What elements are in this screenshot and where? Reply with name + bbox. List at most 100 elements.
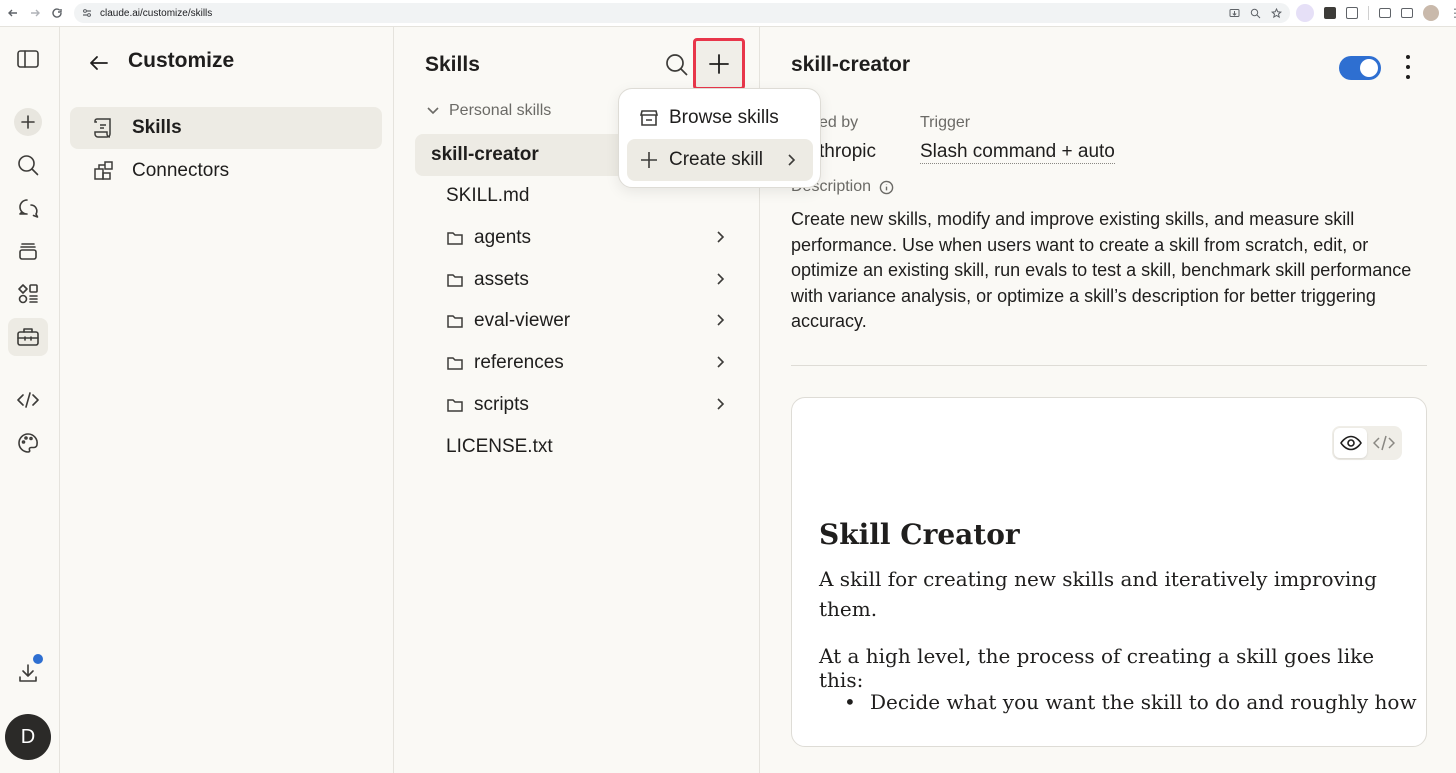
connectors-icon bbox=[94, 161, 113, 180]
menu-item-browse-skills[interactable]: Browse skills bbox=[627, 97, 813, 139]
code-icon[interactable] bbox=[8, 381, 48, 419]
folder-icon bbox=[447, 357, 463, 370]
icon-rail: D bbox=[0, 27, 60, 773]
add-skill-button[interactable] bbox=[693, 38, 745, 90]
nav-item-label: Skills bbox=[132, 117, 182, 138]
chevron-right-icon bbox=[717, 356, 725, 368]
customize-panel: Customize Skills Connectors bbox=[61, 27, 394, 773]
skill-preview-card: Skill Creator A skill for creating new s… bbox=[791, 397, 1427, 747]
extensions-puzzle-icon[interactable] bbox=[1346, 7, 1358, 19]
nav-item-skills[interactable]: Skills bbox=[70, 107, 382, 149]
chevron-right-icon bbox=[788, 154, 796, 166]
search-icon[interactable] bbox=[8, 146, 48, 184]
preview-paragraph: At a high level, the process of creating… bbox=[819, 644, 1375, 692]
menu-item-create-skill[interactable]: Create skill bbox=[627, 139, 813, 181]
folder-item[interactable]: assets bbox=[446, 259, 756, 301]
file-label: LICENSE.txt bbox=[446, 436, 553, 457]
info-icon[interactable] bbox=[879, 180, 894, 195]
folder-icon bbox=[447, 274, 463, 287]
new-chat-icon[interactable] bbox=[8, 103, 48, 141]
file-label: SKILL.md bbox=[446, 185, 530, 206]
added-by-value: thropic bbox=[819, 141, 877, 162]
preview-heading: Skill Creator bbox=[819, 518, 1020, 551]
back-icon[interactable] bbox=[2, 2, 24, 24]
personal-skills-section[interactable]: Personal skills bbox=[425, 102, 551, 120]
bullet: • bbox=[844, 690, 856, 714]
chats-icon[interactable] bbox=[8, 189, 48, 227]
browser-toolbar: claude.ai/customize/skills ⋮ bbox=[0, 0, 1456, 27]
skill-detail-panel: skill-creator ed by thropic Trigger Slas… bbox=[761, 27, 1456, 773]
chevron-right-icon bbox=[717, 398, 725, 410]
nav-item-connectors[interactable]: Connectors bbox=[70, 150, 382, 192]
skill-title: skill-creator bbox=[791, 53, 911, 76]
sidebar-toggle-icon[interactable] bbox=[8, 40, 48, 78]
chevron-right-icon bbox=[717, 314, 725, 326]
add-skill-menu: Browse skills Create skill bbox=[618, 88, 821, 188]
trigger-label: Trigger bbox=[920, 114, 971, 131]
tab-search-icon[interactable] bbox=[1401, 8, 1413, 18]
preview-paragraph: A skill for creating new skills and iter… bbox=[819, 567, 1377, 621]
divider bbox=[1368, 6, 1369, 20]
browser-menu-icon[interactable]: ⋮ bbox=[1449, 6, 1456, 20]
chevron-down-icon bbox=[427, 107, 439, 115]
folder-icon bbox=[447, 232, 463, 245]
preview-list-item: • Decide what you want the skill to do a… bbox=[844, 690, 1424, 714]
zoom-icon[interactable] bbox=[1250, 8, 1261, 19]
view-mode-toggle bbox=[1332, 426, 1402, 460]
trigger-value[interactable]: Slash command + auto bbox=[920, 141, 1115, 164]
customize-briefcase-icon[interactable] bbox=[8, 318, 48, 356]
preview-eye-icon[interactable] bbox=[1334, 428, 1367, 458]
install-icon[interactable] bbox=[1229, 8, 1240, 19]
back-arrow-icon[interactable] bbox=[87, 51, 111, 75]
description-text: Create new skills, modify and improve ex… bbox=[791, 209, 1412, 332]
chevron-right-icon bbox=[717, 231, 725, 243]
palette-icon[interactable] bbox=[8, 424, 48, 462]
folder-label: references bbox=[474, 352, 564, 373]
skills-title: Skills bbox=[425, 53, 480, 76]
more-options-icon[interactable] bbox=[1401, 55, 1415, 79]
projects-icon[interactable] bbox=[8, 232, 48, 270]
plus-icon bbox=[641, 152, 657, 168]
code-view-icon[interactable] bbox=[1367, 428, 1400, 458]
added-by-label: ed by bbox=[819, 114, 859, 131]
chevron-right-icon bbox=[717, 273, 725, 285]
folder-item[interactable]: eval-viewer bbox=[446, 300, 756, 342]
folder-icon bbox=[447, 399, 463, 412]
user-avatar[interactable]: D bbox=[5, 714, 51, 760]
address-bar[interactable]: claude.ai/customize/skills bbox=[74, 3, 1290, 23]
site-settings-icon[interactable] bbox=[82, 8, 92, 18]
plus-icon bbox=[709, 54, 729, 74]
folder-label: assets bbox=[474, 269, 529, 290]
folder-icon bbox=[447, 315, 463, 328]
file-item[interactable]: LICENSE.txt bbox=[446, 426, 776, 468]
skill-name: skill-creator bbox=[431, 144, 539, 165]
folder-label: eval-viewer bbox=[474, 310, 571, 331]
search-icon[interactable] bbox=[665, 53, 689, 77]
folder-item[interactable]: agents bbox=[446, 217, 756, 259]
folder-label: scripts bbox=[474, 394, 529, 415]
nav-item-label: Connectors bbox=[132, 160, 230, 181]
notification-dot bbox=[33, 654, 43, 664]
section-label: Personal skills bbox=[449, 102, 552, 119]
folder-item[interactable]: scripts bbox=[446, 384, 756, 426]
split-view-icon[interactable] bbox=[1379, 8, 1391, 18]
store-icon bbox=[639, 110, 659, 126]
profile-avatar-icon[interactable] bbox=[1423, 5, 1439, 21]
reload-icon[interactable] bbox=[46, 2, 68, 24]
extension-dark-icon[interactable] bbox=[1324, 7, 1336, 19]
skill-enabled-toggle[interactable] bbox=[1339, 56, 1381, 80]
list-item-text: Decide what you want the skill to do and… bbox=[870, 690, 1417, 714]
artifacts-icon[interactable] bbox=[8, 275, 48, 313]
skill-item-selected[interactable]: skill-creator bbox=[415, 134, 635, 176]
menu-item-label: Create skill bbox=[669, 149, 763, 170]
folder-label: agents bbox=[474, 227, 532, 248]
forward-icon[interactable] bbox=[24, 2, 46, 24]
skills-icon bbox=[94, 118, 111, 138]
menu-item-label: Browse skills bbox=[669, 107, 779, 128]
bookmark-star-icon[interactable] bbox=[1271, 7, 1282, 19]
url-text[interactable]: claude.ai/customize/skills bbox=[100, 8, 212, 19]
extension-badge-icon[interactable] bbox=[1296, 4, 1314, 22]
divider bbox=[791, 365, 1427, 366]
page-title: Customize bbox=[128, 49, 235, 72]
folder-item[interactable]: references bbox=[446, 342, 756, 384]
